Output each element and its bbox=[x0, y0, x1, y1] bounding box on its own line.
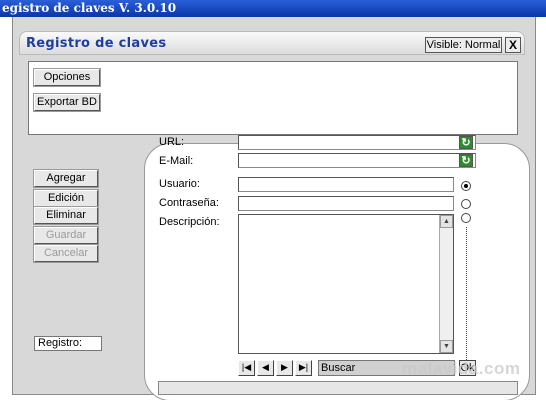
contrasena-input[interactable] bbox=[238, 196, 454, 211]
email-refresh-icon[interactable]: ↻ bbox=[459, 154, 473, 167]
eliminar-button[interactable]: Eliminar bbox=[33, 206, 99, 225]
chevron-up-icon[interactable]: ▲ bbox=[440, 215, 453, 228]
radio-connector-line bbox=[466, 227, 467, 360]
email-label: E-Mail: bbox=[159, 155, 194, 167]
status-bar bbox=[158, 381, 518, 395]
url-input[interactable] bbox=[238, 135, 476, 150]
visible-mode-button[interactable]: Visible: Normal bbox=[425, 37, 502, 53]
close-button[interactable]: X bbox=[505, 37, 521, 53]
url-label: URL: bbox=[159, 136, 185, 148]
chevron-down-icon[interactable]: ▼ bbox=[440, 340, 453, 353]
usuario-label: Usuario: bbox=[159, 178, 200, 190]
app-window: egistro de claves V. 3.0.10 Registro de … bbox=[0, 0, 546, 400]
first-record-button[interactable]: |◀ bbox=[238, 360, 255, 376]
usuario-input[interactable] bbox=[238, 177, 454, 192]
watermark: malavida.com bbox=[402, 359, 521, 378]
descripcion-textarea[interactable]: ▲ ▼ bbox=[238, 214, 454, 354]
window-title: egistro de claves V. 3.0.10 bbox=[0, 0, 546, 17]
descripcion-label: Descripción: bbox=[159, 216, 220, 228]
options-panel: Opciones Exportar BD bbox=[28, 61, 518, 135]
guardar-button[interactable]: Guardar bbox=[33, 226, 99, 245]
descripcion-scrollbar[interactable]: ▲ ▼ bbox=[439, 215, 453, 353]
exportar-bd-button[interactable]: Exportar BD bbox=[33, 93, 101, 112]
last-record-button[interactable]: ▶| bbox=[295, 360, 312, 376]
email-input[interactable] bbox=[238, 153, 476, 168]
edicion-button[interactable]: Edición bbox=[33, 189, 99, 208]
client-area: Registro de claves Visible: Normal X Opc… bbox=[12, 17, 536, 400]
contrasena-label: Contraseña: bbox=[159, 197, 219, 209]
radio-contrasena[interactable] bbox=[461, 199, 471, 209]
url-refresh-icon[interactable]: ↻ bbox=[459, 136, 473, 149]
cancelar-button[interactable]: Cancelar bbox=[33, 244, 99, 263]
agregar-button[interactable]: Agregar bbox=[33, 169, 99, 188]
radio-descripcion[interactable] bbox=[461, 213, 471, 223]
radio-usuario[interactable] bbox=[461, 181, 471, 191]
prev-record-button[interactable]: ◀ bbox=[257, 360, 274, 376]
next-record-button[interactable]: ▶ bbox=[276, 360, 293, 376]
opciones-button[interactable]: Opciones bbox=[33, 68, 101, 87]
app-name: Registro de claves bbox=[26, 36, 167, 51]
app-header: Registro de claves Visible: Normal X bbox=[19, 31, 525, 55]
registro-indicator: Registro: bbox=[34, 336, 102, 351]
